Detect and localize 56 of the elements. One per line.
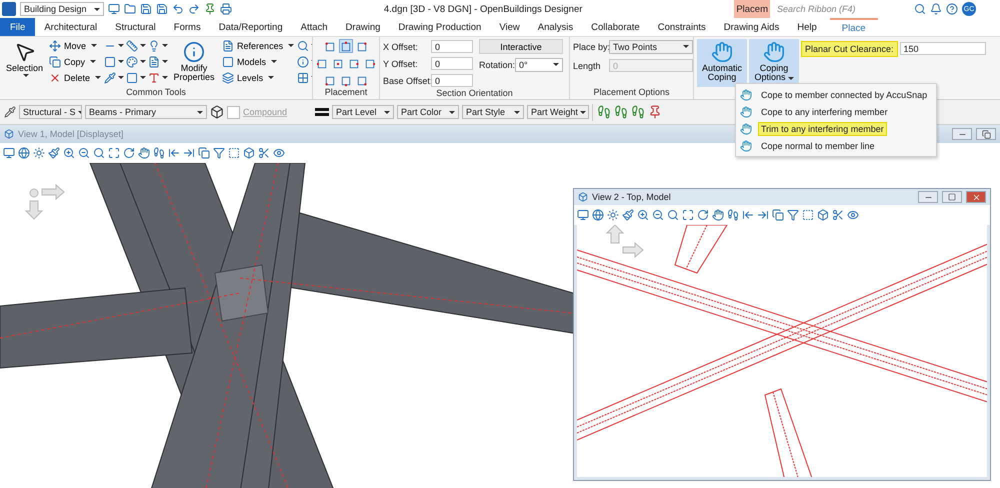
interactive-button[interactable]: Interactive: [479, 39, 563, 54]
view-title: View 1, Model [Displayset]: [18, 129, 124, 139]
symbology-dropdown[interactable]: Part Weight: [527, 105, 590, 119]
edit-button[interactable]: Move: [47, 39, 104, 52]
ribbon-tab[interactable]: View: [490, 18, 529, 36]
family-dropdown[interactable]: Structural - S: [19, 105, 82, 119]
selection-button[interactable]: Selection: [3, 39, 46, 87]
ribbon-tab[interactable]: File: [0, 18, 36, 36]
ribbon-tab[interactable]: Drawing Aids: [714, 18, 788, 36]
offset-field[interactable]: 0: [431, 40, 473, 53]
modify-properties-button[interactable]: Modify Properties: [169, 39, 220, 87]
place-by-dropdown[interactable]: Two Points: [609, 40, 693, 54]
offset-field[interactable]: 0: [431, 57, 473, 70]
attach-button[interactable]: Levels: [220, 71, 296, 84]
menu-item[interactable]: Cope to any interfering member: [736, 103, 936, 120]
clearance-field[interactable]: 150: [900, 42, 986, 55]
group-label: Placement Options: [592, 87, 671, 99]
field-label: Rotation:: [479, 60, 513, 70]
group-label: Common Tools: [125, 87, 187, 99]
ribbon-tab[interactable]: Structural: [106, 18, 165, 36]
field-label: Base Offset:: [383, 76, 429, 86]
ribbon-tab[interactable]: Forms: [164, 18, 210, 36]
field-label: X Offset:: [383, 42, 419, 52]
edit-button[interactable]: Delete: [47, 71, 104, 84]
clearance-label: Planar Cut Clearance:: [801, 40, 898, 56]
field-label: Length: [573, 60, 602, 70]
symbology-dropdown[interactable]: Part Color: [397, 105, 460, 119]
window-title: 4.dgn [3D - V8 DGN] - OpenBuildings Designer: [382, 4, 584, 14]
symbology-dropdown[interactable]: Part Style: [462, 105, 524, 119]
group-label: Section Orientation: [435, 88, 514, 99]
ribbon-tab[interactable]: Analysis: [528, 18, 582, 36]
workflow-dropdown[interactable]: Building Design: [20, 2, 104, 16]
menu-item[interactable]: Cope normal to member line: [736, 137, 936, 154]
field-label: Place by:: [573, 42, 607, 52]
coping-button[interactable]: Automatic Coping: [697, 39, 747, 87]
ribbon-tab[interactable]: Drawing Production: [389, 18, 490, 36]
ribbon-tab[interactable]: Attach: [292, 18, 337, 36]
attach-button[interactable]: Models: [220, 55, 296, 68]
ribbon-tab[interactable]: Drawing: [336, 18, 390, 36]
symbology-dropdown[interactable]: Part Level: [332, 105, 394, 119]
edit-button[interactable]: Copy: [47, 55, 104, 68]
ribbon-tab[interactable]: Data/Reporting: [210, 18, 292, 36]
offset-field[interactable]: 0: [431, 74, 473, 87]
attach-button[interactable]: References: [220, 39, 296, 52]
view-title: View 2 - Top, Model: [592, 192, 672, 202]
field-label: Y Offset:: [383, 58, 419, 68]
ribbon-tab[interactable]: Collaborate: [582, 18, 649, 36]
ribbon-tab[interactable]: Architectural: [35, 18, 106, 36]
checkbox-label: Compound: [243, 107, 288, 117]
context-tab-header: Placem: [734, 0, 770, 18]
part-dropdown[interactable]: Beams - Primary: [85, 105, 207, 119]
ribbon-tab[interactable]: Constraints: [648, 18, 715, 36]
group-label: Placement: [324, 87, 368, 99]
menu-item[interactable]: Cope to member connected by AccuSnap: [736, 86, 936, 103]
rotation-dropdown[interactable]: 0°: [515, 58, 563, 72]
ribbon-tab[interactable]: Help: [788, 18, 826, 36]
